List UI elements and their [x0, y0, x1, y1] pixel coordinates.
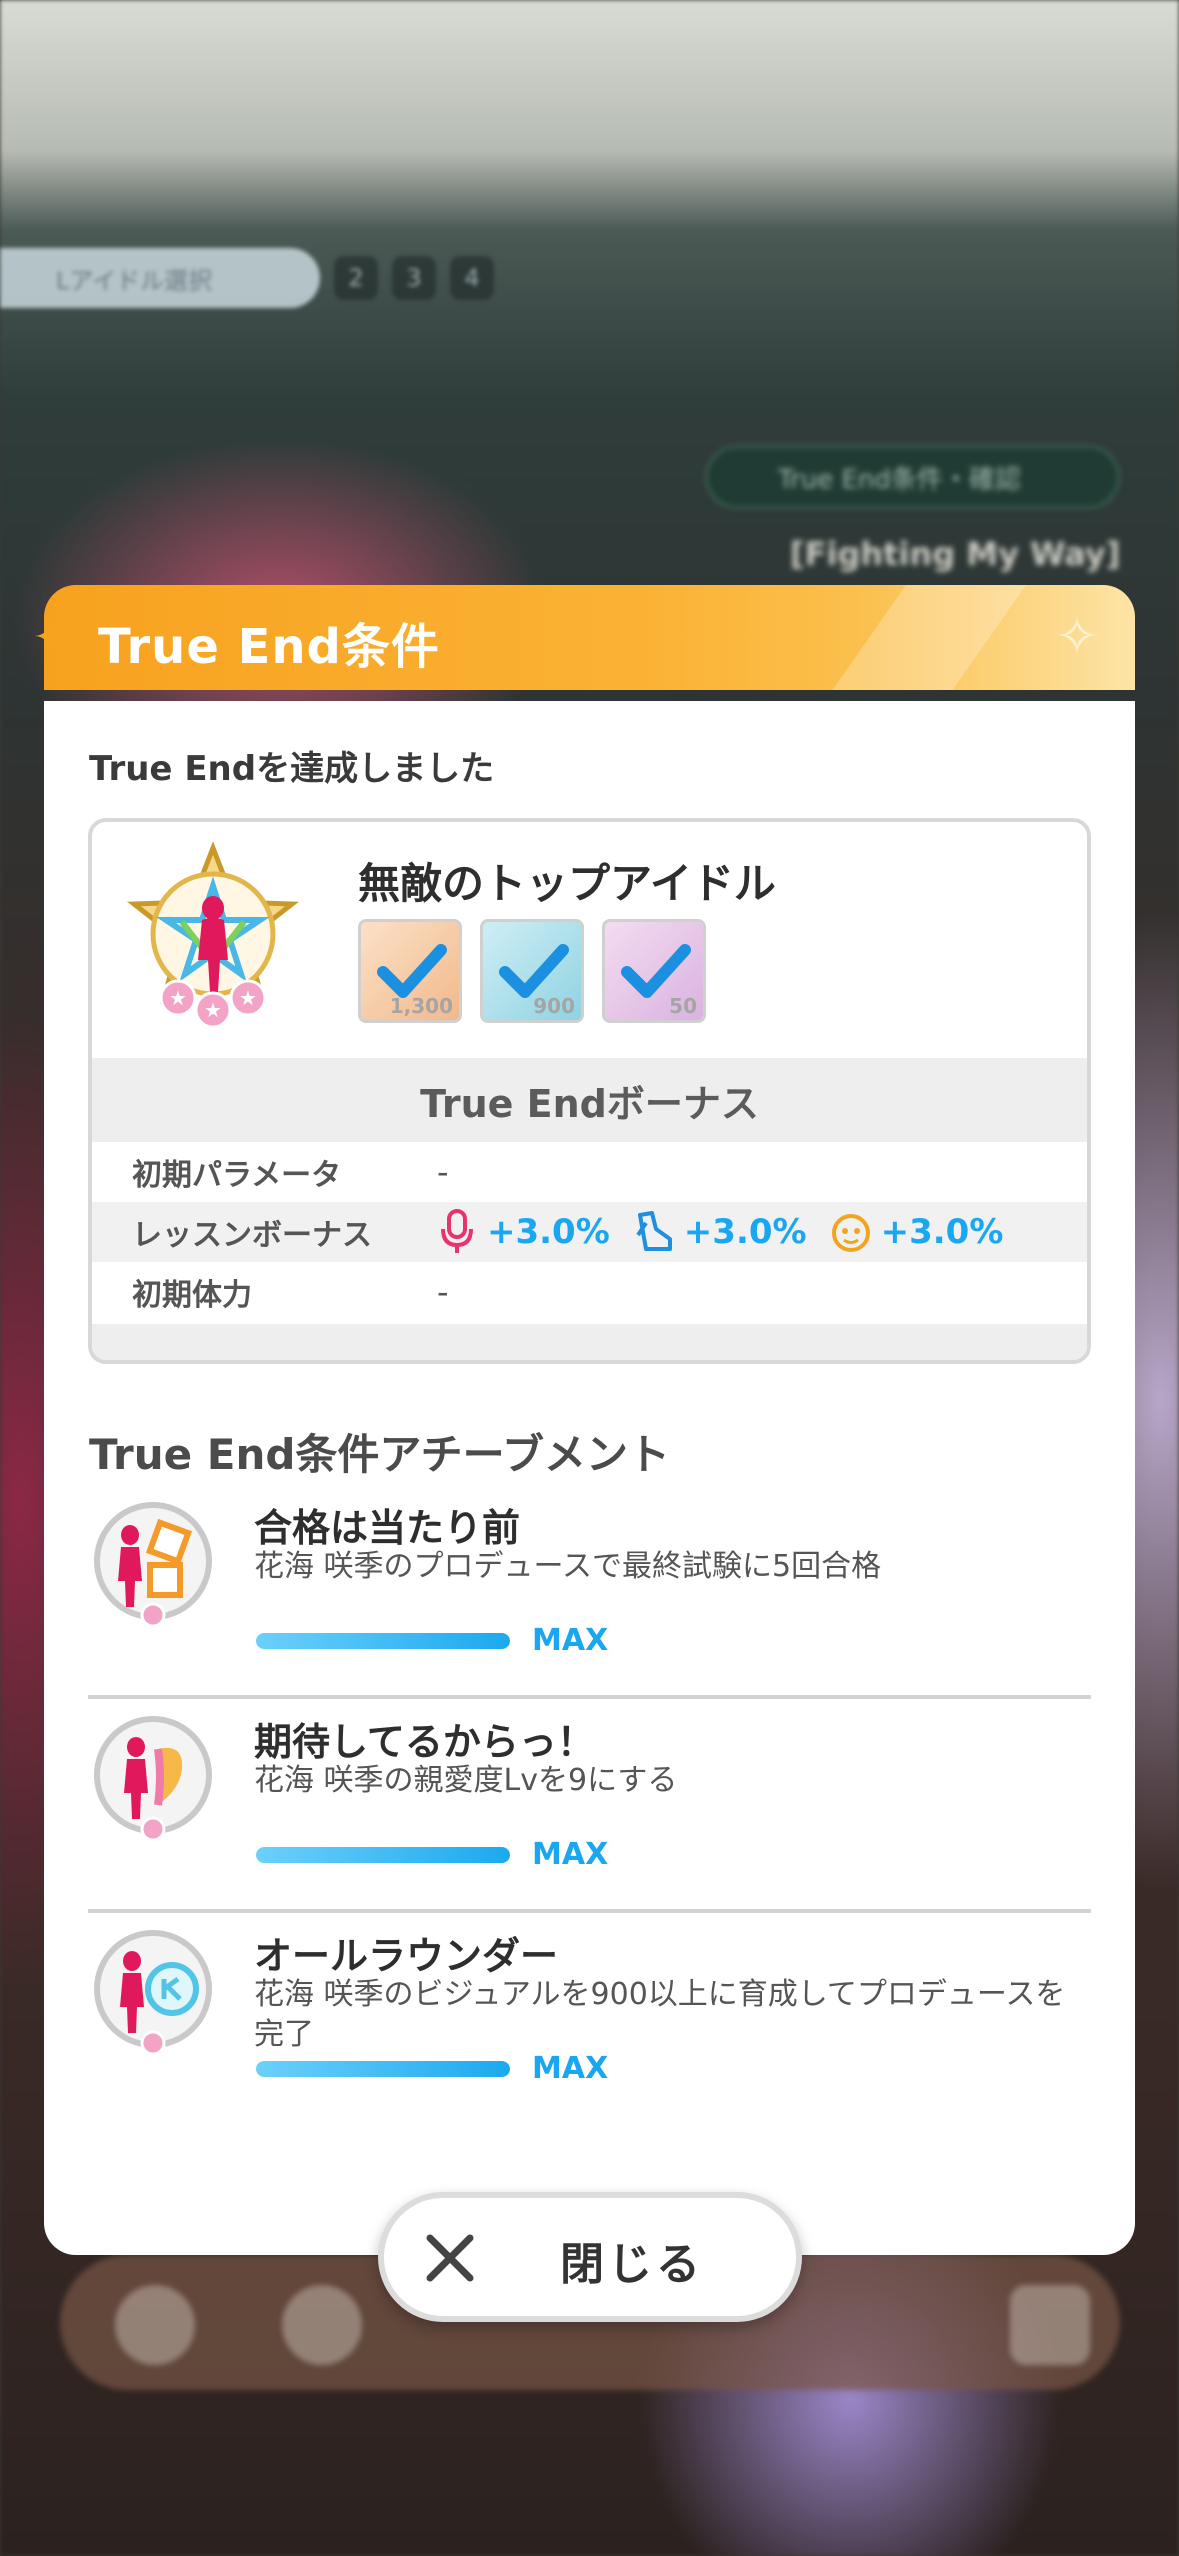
- top-idol-emblem-icon: ★ ★ ★: [127, 842, 299, 1029]
- dance-bonus: +3.0%: [634, 1209, 807, 1255]
- achievement-status: MAX: [532, 2051, 609, 2086]
- svg-text:★: ★: [169, 986, 187, 1010]
- achievement-progress-bar: [256, 1633, 510, 1649]
- initial-stamina-label: 初期体力: [132, 1278, 252, 1313]
- visual-bonus-value: +3.0%: [880, 1212, 1004, 1252]
- dance-item-icon: 900: [480, 919, 584, 1023]
- tab-4: 4: [450, 256, 494, 300]
- achievement-desc: 花海 咲季の親愛度Lvを9にする: [254, 1763, 678, 1798]
- visual-item-icon: 50: [602, 919, 706, 1023]
- achievement-progress-bar: [256, 2061, 510, 2077]
- lesson-bonus-row: レッスンボーナス +3.0% +3.0% +3.0%: [92, 1202, 1087, 1262]
- true-end-chip: True End条件・確認: [705, 445, 1120, 509]
- vocal-bonus-value: +3.0%: [487, 1212, 610, 1252]
- achievements-title: True End条件アチーブメント: [89, 1430, 671, 1479]
- tab-2: 2: [334, 256, 378, 300]
- exam-pass-badge-icon: [94, 1502, 212, 1628]
- microphone-icon: [441, 1209, 473, 1253]
- lesson-bonus-label: レッスンボーナス: [132, 1218, 372, 1253]
- svg-text:★: ★: [239, 986, 257, 1010]
- initial-stamina-value: -: [437, 1273, 449, 1311]
- affection-badge-icon: [94, 1716, 212, 1842]
- achievement-progress-bar: [256, 1847, 510, 1863]
- vocal-item-icon: 1,300: [358, 919, 462, 1023]
- home-icon: [115, 2285, 195, 2365]
- initial-params-label: 初期パラメータ: [132, 1158, 342, 1193]
- initial-params-value: -: [437, 1153, 449, 1191]
- dance-shoe-icon: [636, 1211, 672, 1251]
- modal-title: True End条件: [98, 619, 440, 675]
- all-rounder-badge-icon: [94, 1930, 212, 2056]
- true-end-card: ★ ★ ★ 無敵のトップアイドル 1,300 900 50 True Endボー…: [88, 818, 1091, 1364]
- tab-3: 3: [392, 256, 436, 300]
- achievement-name: 期待してるからっ！: [254, 1720, 595, 1764]
- requirement-value: 50: [669, 994, 697, 1018]
- idol-select-tab: Lアイドル選択: [0, 248, 320, 308]
- achievement-item: オールラウンダー 花海 咲季のビジュアルを900以上に育成してプロデュースを完了…: [88, 1917, 1091, 2127]
- initial-params-row: 初期パラメータ -: [92, 1142, 1087, 1202]
- vocal-bonus: +3.0%: [437, 1209, 610, 1255]
- visual-face-icon: [831, 1214, 870, 1252]
- initial-stamina-row: 初期体力 -: [92, 1262, 1087, 1322]
- modal-header: True End条件 ✧: [44, 585, 1135, 690]
- close-label: 閉じる: [560, 2239, 704, 2290]
- menu-icon: [1010, 2285, 1090, 2365]
- achievement-status: MAX: [532, 1623, 609, 1658]
- requirement-value: 1,300: [389, 994, 453, 1018]
- close-button[interactable]: 閉じる: [378, 2192, 802, 2322]
- achievement-item: 期待してるからっ！ 花海 咲季の親愛度Lvを9にする MAX: [88, 1703, 1091, 1913]
- requirement-value: 900: [533, 994, 575, 1018]
- achievement-status: MAX: [532, 1837, 609, 1872]
- bonus-heading: True Endボーナス: [92, 1058, 1087, 1142]
- true-end-modal: True End条件 ✧ ✦ True Endを達成しました ★ ★ ★ 無敵の…: [33, 585, 1135, 2255]
- visual-bonus: +3.0%: [831, 1209, 1004, 1255]
- dance-bonus-value: +3.0%: [683, 1212, 807, 1252]
- requirement-icons: 1,300 900 50: [358, 919, 706, 1023]
- achievement-name: オールラウンダー: [254, 1934, 559, 1978]
- modal-body: True Endを達成しました ★ ★ ★ 無敵のトップアイドル 1,300 9…: [44, 701, 1135, 2255]
- achievement-desc: 花海 咲季のビジュアルを900以上に育成してプロデュースを完了: [254, 1977, 1066, 2052]
- achievement-item: 合格は当たり前 花海 咲季のプロデュースで最終試験に5回合格 MAX: [88, 1489, 1091, 1699]
- background-tabbar: Lアイドル選択 2 3 4: [0, 248, 540, 308]
- achievement-desc: 花海 咲季のプロデュースで最終試験に5回合格: [254, 1549, 882, 1584]
- star-icon: ✦: [32, 612, 70, 663]
- sparkle-icon: ✧: [1055, 607, 1099, 667]
- card-title: 無敵のトップアイドル: [358, 859, 776, 908]
- achievement-name: 合格は当たり前: [254, 1506, 521, 1550]
- svg-text:★: ★: [204, 998, 222, 1022]
- completed-label: True Endを達成しました: [89, 749, 495, 789]
- close-icon: [426, 2234, 474, 2282]
- clock-icon: [282, 2285, 362, 2365]
- song-title: [Fighting My Way]: [790, 535, 1121, 573]
